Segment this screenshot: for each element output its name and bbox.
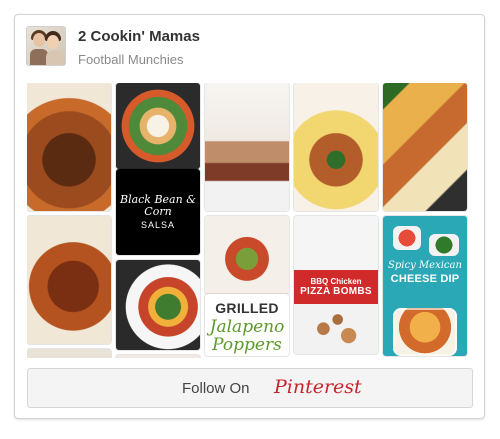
board-name[interactable]: Football Munchies — [78, 52, 184, 67]
pin-image-rolls[interactable] — [205, 83, 289, 211]
pin-black-bean-corn-salsa[interactable]: Black Bean & Corn SALSA — [116, 169, 200, 255]
pin-text-black-bean-line1: Black Bean & Corn — [119, 193, 196, 218]
pin-text-grilled-line3: Poppers — [212, 335, 282, 355]
pin-grilled-jalapeno-poppers-text[interactable]: GRILLED Jalapeno Poppers — [205, 294, 289, 356]
pin-image-nachos[interactable] — [294, 83, 378, 211]
pin-image-dip-red — [393, 226, 421, 250]
avatar-body-right — [46, 51, 64, 65]
pin-image-grilled-wings[interactable] — [27, 216, 111, 344]
avatar-face-left — [33, 33, 45, 47]
pin-image-salsa-top[interactable] — [116, 83, 200, 169]
pin-spicy-mexican-cheese-dip[interactable]: Spicy Mexican CHEESE DIP — [383, 216, 467, 356]
pin-text-grilled-line1: GRILLED — [215, 300, 279, 316]
pin-text-black-bean-line2: SALSA — [140, 220, 176, 230]
follow-on-pinterest-button[interactable]: Follow On Pinterest — [27, 368, 473, 408]
board-owner-title[interactable]: 2 Cookin' Mamas — [78, 28, 200, 45]
pin-text-cheese-dip-line1: Spicy Mexican — [388, 260, 462, 271]
pin-image-dip-green — [429, 234, 459, 256]
pin-image-jalapeno-poppers[interactable] — [205, 216, 289, 294]
pin-image-cheesy-bread[interactable] — [383, 83, 467, 211]
pin-text-pizza-bombs-line1: BBQ Chicken — [310, 277, 362, 286]
pinterest-board-widget: 2 Cookin' Mamas Football Munchies Black … — [14, 14, 485, 419]
pin-image-partial[interactable] — [27, 349, 111, 358]
avatar-face-right — [47, 35, 59, 49]
pin-image-cheese-dip — [393, 308, 457, 356]
pin-grid: Black Bean & Corn SALSA GRILLED Jalapeno… — [27, 83, 471, 358]
board-header: 2 Cookin' Mamas Football Munchies — [26, 26, 466, 72]
pin-image-boards — [294, 308, 378, 354]
pin-banner-pizza-bombs: BBQ Chicken PIZZA BOMBS — [294, 270, 378, 304]
avatar[interactable] — [26, 26, 66, 66]
pin-image-salsa-bowl[interactable] — [116, 260, 200, 350]
pinterest-logo: Pinterest — [274, 376, 362, 398]
pin-text-cheese-dip-line2: CHEESE DIP — [390, 273, 460, 285]
pin-text-grilled-line2: Jalapeno — [209, 317, 285, 337]
pin-bbq-chicken-pizza-bombs[interactable]: BBQ Chicken PIZZA BOMBS — [294, 216, 378, 354]
pin-image-chicken-wings[interactable] — [27, 83, 111, 211]
follow-on-label: Follow On — [182, 380, 250, 397]
pin-image-partial[interactable] — [116, 355, 200, 358]
pin-text-pizza-bombs-line2: PIZZA BOMBS — [300, 286, 372, 297]
